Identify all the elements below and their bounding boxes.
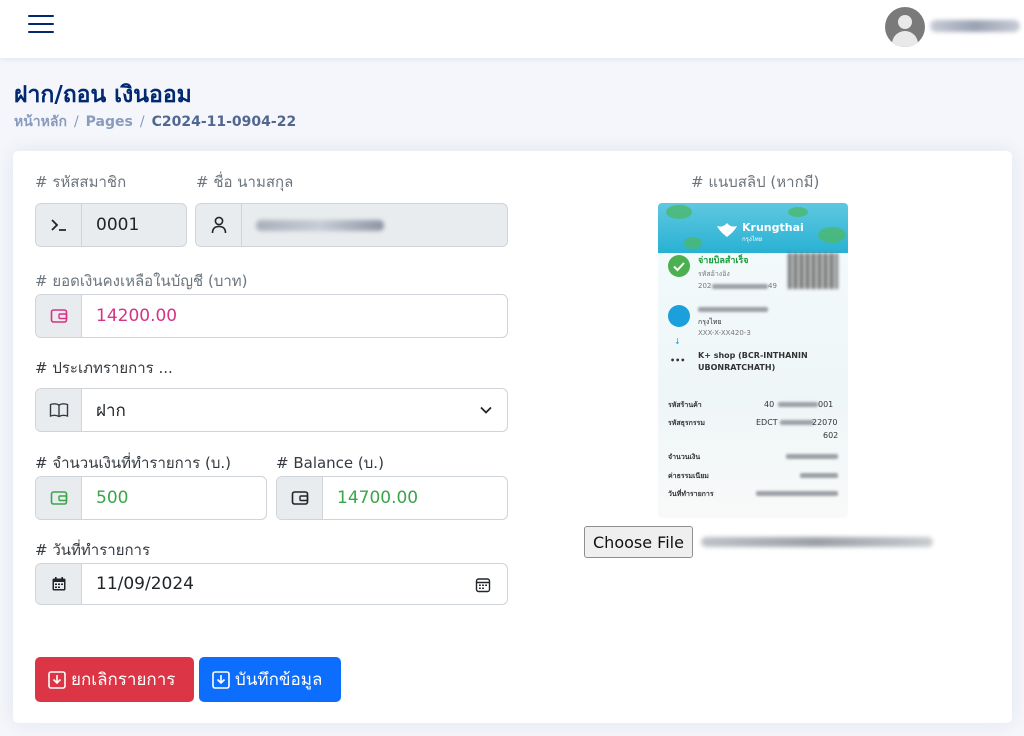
- slip-txn-code-line2: 602: [823, 431, 839, 440]
- file-name-redacted: [701, 537, 933, 547]
- member-code-label: # รหัสสมาชิก: [35, 173, 127, 191]
- slip-txn-code-label: รหัสธุรกรรม: [668, 419, 706, 427]
- breadcrumb-pages[interactable]: Pages: [86, 114, 133, 130]
- transaction-type-select[interactable]: ฝาก: [35, 388, 508, 432]
- cancel-button-label: ยกเลิกรายการ: [71, 670, 176, 690]
- top-navbar: [0, 0, 1024, 58]
- cancel-button[interactable]: ยกเลิกรายการ: [35, 657, 194, 702]
- name-label: # ชื่อ นามสกุล: [196, 173, 294, 191]
- breadcrumb-separator: /: [139, 114, 145, 130]
- amount-field[interactable]: 500: [35, 476, 267, 520]
- slip-qr-redacted: [788, 253, 838, 289]
- slip-bank-name: Krungthai กรุงไทย: [742, 221, 804, 243]
- slip-preview-image: Krungthai กรุงไทย จ่ายบิลสำเร็จ รหัสอ้างอ…: [658, 203, 848, 518]
- slip-header: Krungthai กรุงไทย: [658, 203, 848, 253]
- save-button-label: บันทึกข้อมูล: [235, 670, 323, 690]
- username-redacted[interactable]: [930, 20, 1020, 32]
- account-balance-value: 14200.00: [96, 306, 178, 326]
- date-picker-icon[interactable]: [475, 577, 491, 593]
- save-button[interactable]: บันทึกข้อมูล: [199, 657, 341, 702]
- slip-txn-code-suffix: 22070: [812, 418, 838, 427]
- chevron-down-icon: [480, 406, 492, 414]
- slip-from-account: XXX-X-XX420-3: [698, 329, 751, 337]
- new-balance-label: # Balance (บ.): [276, 454, 384, 472]
- new-balance-field[interactable]: 14700.00: [276, 476, 508, 520]
- transaction-type-selected: ฝาก: [96, 400, 126, 421]
- book-icon: [36, 389, 82, 431]
- amount-value: 500: [96, 488, 129, 508]
- slip-amount-label: จำนวนเงิน: [668, 453, 701, 461]
- slip-payee-line2: UBONRATCHATH): [698, 363, 776, 372]
- slip-store-code-prefix: 40: [764, 400, 775, 409]
- transaction-form-card: # รหัสสมาชิก 0001 # ชื่อ นามสกุล # ยอดเง…: [13, 151, 1012, 723]
- new-balance-value: 14700.00: [337, 488, 419, 508]
- member-code-value: 0001: [96, 215, 140, 235]
- hamburger-menu-icon[interactable]: [28, 13, 54, 35]
- breadcrumb-separator: /: [73, 114, 79, 130]
- transaction-type-label: # ประเภทรายการ ...: [35, 359, 173, 377]
- more-dots-icon: •••: [670, 356, 686, 365]
- user-avatar-icon[interactable]: [885, 7, 925, 47]
- download-icon: [212, 670, 230, 689]
- slip-from-bank: กรุงไทย: [698, 318, 722, 326]
- account-balance-label: # ยอดเงินคงเหลือในบัญชี (บาท): [35, 272, 248, 290]
- slip-ref-label: รหัสอ้างอิง: [698, 270, 730, 278]
- breadcrumb: หน้าหลัก / Pages / C2024-11-0904-22: [14, 113, 296, 131]
- transaction-date-label: # วันที่ทำรายการ: [35, 541, 151, 559]
- download-icon: [48, 670, 66, 689]
- slip-date-label: วันที่ทำรายการ: [668, 490, 714, 498]
- transaction-date-field[interactable]: 11/09/2024: [35, 563, 508, 605]
- slip-fee-label: ค่าธรรมเนียม: [668, 472, 709, 480]
- slip-store-code-label: รหัสร้านค้า: [668, 401, 702, 409]
- member-name-field[interactable]: [195, 203, 508, 247]
- page-title: ฝาก/ถอน เงินออม: [14, 82, 192, 108]
- slip-payee-line1: K+ shop (BCR-INTHANIN: [698, 351, 808, 360]
- member-name-redacted: [256, 219, 384, 231]
- slip-attach-label: # แนบสลิป (หากมี): [691, 173, 820, 191]
- amount-label: # จำนวนเงินที่ทำรายการ (บ.): [35, 454, 231, 472]
- bank-logo-icon: [668, 305, 690, 327]
- success-check-icon: [668, 255, 690, 277]
- breadcrumb-current: C2024-11-0904-22: [151, 114, 297, 130]
- slip-store-code-suffix: 001: [818, 400, 834, 409]
- terminal-icon: [36, 204, 82, 246]
- slip-ref-suffix: 49: [768, 282, 777, 290]
- wallet-icon: [277, 477, 323, 519]
- breadcrumb-home[interactable]: หน้าหลัก: [14, 114, 67, 130]
- member-code-field[interactable]: 0001: [35, 203, 187, 247]
- krungthai-logo-icon: [717, 223, 737, 237]
- slip-ref-prefix: 202: [698, 282, 712, 290]
- account-balance-field[interactable]: 14200.00: [35, 294, 508, 338]
- person-icon: [196, 204, 242, 246]
- slip-txn-code-prefix: EDCT: [756, 418, 778, 427]
- transaction-date-value: 11/09/2024: [96, 574, 194, 594]
- slip-status-text: จ่ายบิลสำเร็จ: [698, 256, 749, 266]
- wallet-icon: [36, 477, 82, 519]
- choose-file-button[interactable]: Choose File: [584, 526, 693, 558]
- wallet-icon: [36, 295, 82, 337]
- arrow-down-icon: ↓: [674, 337, 681, 346]
- calendar-icon: [36, 564, 82, 604]
